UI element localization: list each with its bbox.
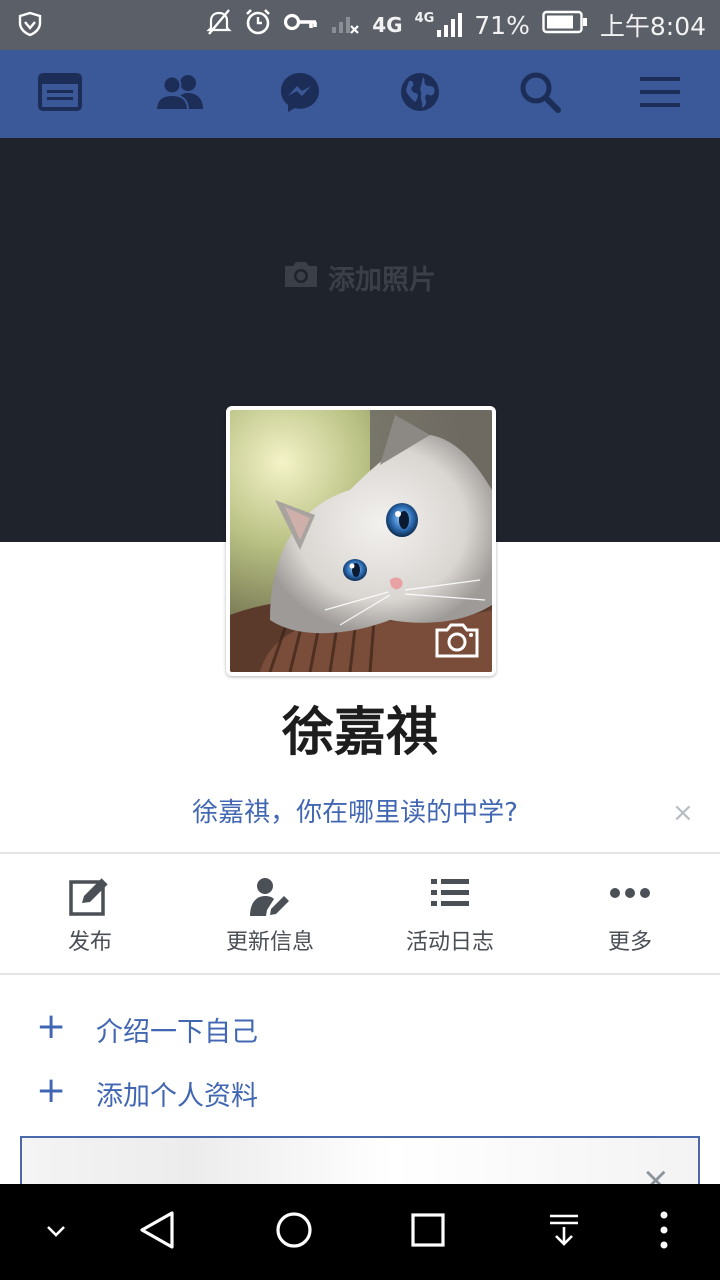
key-icon: [284, 10, 318, 40]
add-intro-button[interactable]: + 介绍一下自己: [0, 1004, 720, 1054]
clock-time: 上午8:04: [599, 12, 706, 41]
collapse-nav-button[interactable]: [36, 1184, 76, 1280]
add-profile-info-button[interactable]: + 添加个人资料: [0, 1068, 720, 1118]
nav-messenger[interactable]: [258, 50, 342, 138]
signal-icon: 4G: [415, 12, 463, 38]
search-icon: [519, 71, 561, 117]
person-edit-icon: [249, 876, 291, 918]
news-feed-icon: [38, 73, 82, 115]
plus-icon: +: [36, 1070, 67, 1111]
education-prompt-link[interactable]: 徐嘉祺，你在哪里读的中学?: [0, 792, 710, 829]
nav-news-feed[interactable]: [18, 50, 102, 138]
friends-icon: [154, 73, 205, 115]
chevron-down-icon: [45, 1223, 67, 1242]
status-bar: 4G 4G 71% 上午8:04: [0, 0, 720, 50]
profile-actions: 发布 更新信息 活动日志 更多: [0, 856, 720, 972]
profile-name: 徐嘉祺: [281, 703, 438, 763]
mute-icon: [206, 8, 232, 43]
activity-log-button[interactable]: 活动日志: [360, 856, 540, 972]
messenger-icon: [279, 71, 321, 117]
more-label: 更多: [607, 930, 652, 955]
home-button[interactable]: [266, 1184, 322, 1280]
camera-icon: [282, 259, 320, 296]
education-prompt: 徐嘉祺，你在哪里读的中学? ×: [0, 786, 720, 836]
add-cover-photo-button[interactable]: 添加照片: [282, 258, 436, 297]
home-circle-icon: [274, 1210, 314, 1254]
battery-icon: [542, 10, 588, 41]
network-4g-small-label: 4G: [414, 11, 435, 26]
update-info-button[interactable]: 更新信息: [180, 856, 360, 972]
post-button[interactable]: 发布: [0, 856, 180, 972]
divider: [0, 973, 720, 975]
top-nav-bar: [0, 50, 720, 138]
alarm-icon: [244, 8, 272, 43]
list-icon: [430, 876, 470, 918]
edit-icon: [68, 876, 112, 918]
nav-search[interactable]: [498, 50, 582, 138]
nav-menu[interactable]: [618, 50, 702, 138]
add-photo-label: 添加照片: [328, 265, 436, 296]
post-label: 发布: [67, 930, 112, 955]
system-nav-bar: [0, 1184, 720, 1280]
profile-photo-kitten: [230, 410, 492, 672]
activity-log-label: 活动日志: [405, 930, 494, 955]
update-info-label: 更新信息: [225, 930, 314, 955]
menu-icon: [639, 74, 681, 114]
change-profile-photo-camera-icon[interactable]: [434, 622, 480, 662]
pull-down-icon: [548, 1213, 580, 1251]
more-dots-icon: [609, 876, 651, 918]
divider: [0, 852, 720, 854]
shield-icon: [18, 11, 42, 41]
recents-square-icon: [410, 1212, 446, 1252]
close-prompt-icon[interactable]: ×: [672, 798, 694, 828]
notification-pull-button[interactable]: [536, 1184, 592, 1280]
profile-picture[interactable]: [226, 406, 496, 676]
add-profile-info-label: 添加个人资料: [96, 1081, 258, 1112]
network-4g-label: 4G: [372, 13, 403, 37]
back-button[interactable]: [130, 1184, 186, 1280]
vertical-dots-icon: [659, 1210, 669, 1254]
nav-notifications[interactable]: [378, 50, 462, 138]
battery-percent: 71%: [474, 10, 530, 40]
signal-empty-icon: [330, 9, 360, 42]
overflow-menu-button[interactable]: [648, 1184, 680, 1280]
app-screen: 4G 4G 71% 上午8:04 添加照片 徐嘉祺 徐嘉祺，你在哪里读的中学? …: [0, 0, 720, 1280]
add-intro-label: 介绍一下自己: [96, 1017, 258, 1048]
more-button[interactable]: 更多: [540, 856, 720, 972]
back-triangle-icon: [138, 1210, 178, 1254]
globe-icon: [399, 71, 441, 117]
plus-icon: +: [36, 1006, 67, 1047]
nav-friends[interactable]: [138, 50, 222, 138]
recents-button[interactable]: [400, 1184, 456, 1280]
